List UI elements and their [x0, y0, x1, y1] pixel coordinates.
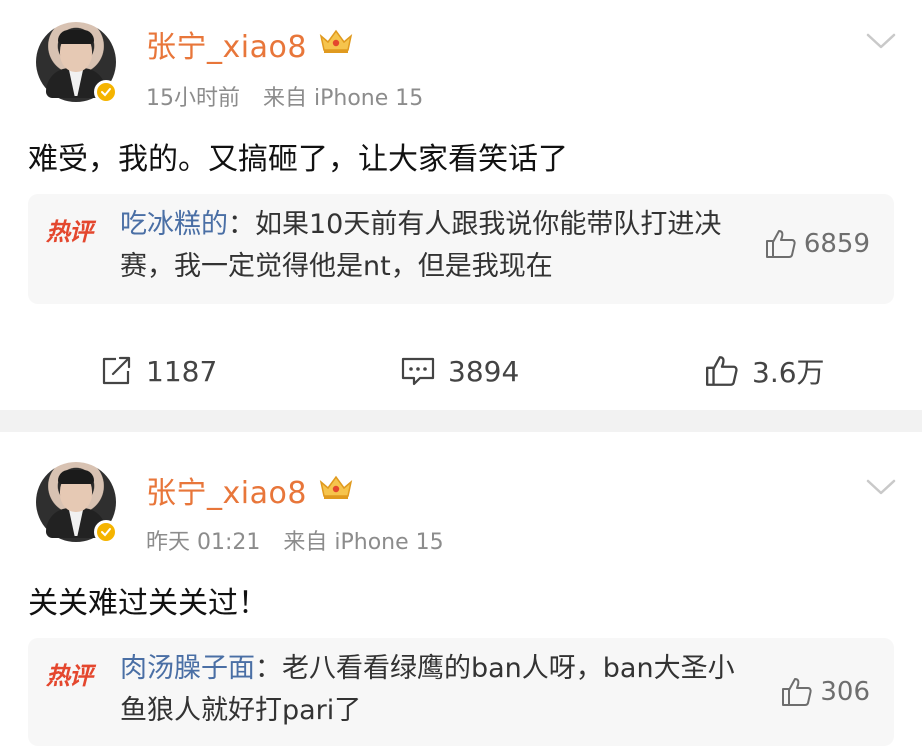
- hot-comment-text: 吃冰糕的：如果10天前有人跟我说你能带队打进决赛，我一定觉得他是nt，但是我现在: [120, 204, 740, 288]
- like-button[interactable]: 3.6万: [704, 348, 825, 394]
- verified-icon: [94, 80, 118, 104]
- hot-comment-badge: 热评: [46, 218, 93, 246]
- verified-icon: [94, 520, 118, 544]
- username[interactable]: 张宁_xiao8: [146, 468, 307, 512]
- chevron-down-icon[interactable]: [864, 30, 898, 52]
- hot-comment[interactable]: 热评 吃冰糕的：如果10天前有人跟我说你能带队打进决赛，我一定觉得他是nt，但是…: [28, 194, 894, 304]
- hot-comment[interactable]: 热评 肉汤臊子面：老八看看绿鹰的ban人呀，ban大圣小鱼狼人就好打pari了 …: [28, 638, 894, 746]
- hot-comment-like-button[interactable]: 306: [780, 676, 870, 708]
- post-time: 昨天 01:21: [146, 530, 261, 555]
- avatar[interactable]: [36, 462, 118, 544]
- post-meta: 昨天 01:21 来自 iPhone 15: [146, 524, 444, 556]
- repost-count: 1187: [146, 354, 218, 388]
- weibo-post: 张宁_xiao8 15小时前 来自 iPhone 15 难受，我的。又搞砸了，让…: [0, 0, 922, 410]
- repost-icon: [102, 356, 131, 385]
- username[interactable]: 张宁_xiao8: [146, 22, 307, 66]
- comment-button[interactable]: 3894: [400, 348, 519, 394]
- avatar-hair: [58, 30, 94, 44]
- avatar[interactable]: [36, 22, 118, 104]
- hot-comment-like-button[interactable]: 6859: [764, 228, 870, 260]
- hot-comment-author[interactable]: 肉汤臊子面: [120, 653, 255, 684]
- like-count: 3.6万: [752, 356, 825, 389]
- hot-comment-separator: ：: [228, 209, 255, 240]
- like-icon: [706, 356, 738, 386]
- avatar-hair: [58, 470, 94, 484]
- comment-count: 3894: [448, 354, 520, 388]
- hot-comment-text: 肉汤臊子面：老八看看绿鹰的ban人呀，ban大圣小鱼狼人就好打pari了: [120, 648, 740, 732]
- post-source: 来自 iPhone 15: [263, 86, 424, 111]
- post-divider: [0, 410, 922, 432]
- hot-comment-like-count: 306: [820, 677, 870, 707]
- post-actions: 1187 3894 3.6万: [0, 348, 922, 394]
- weibo-post: 张宁_xiao8 昨天 01:21 来自 iPhone 15 关关难过关关过！ …: [0, 432, 922, 755]
- post-meta: 15小时前 来自 iPhone 15: [146, 80, 423, 112]
- crown-icon[interactable]: [318, 26, 354, 56]
- post-content: 难受，我的。又搞砸了，让大家看笑话了: [28, 142, 568, 177]
- like-icon: [765, 230, 796, 258]
- hot-comment-separator: ：: [255, 653, 282, 684]
- post-content: 关关难过关关过！: [28, 586, 268, 621]
- crown-icon[interactable]: [318, 472, 354, 502]
- hot-comment-like-count: 6859: [803, 229, 870, 259]
- hot-comment-author[interactable]: 吃冰糕的: [120, 209, 228, 240]
- hot-comment-badge: 热评: [46, 662, 93, 690]
- post-source: 来自 iPhone 15: [283, 530, 444, 555]
- like-icon: [782, 678, 812, 706]
- repost-button[interactable]: 1187: [100, 348, 217, 394]
- comment-icon: [401, 357, 435, 386]
- chevron-down-icon[interactable]: [864, 476, 898, 498]
- post-time: 15小时前: [146, 86, 240, 111]
